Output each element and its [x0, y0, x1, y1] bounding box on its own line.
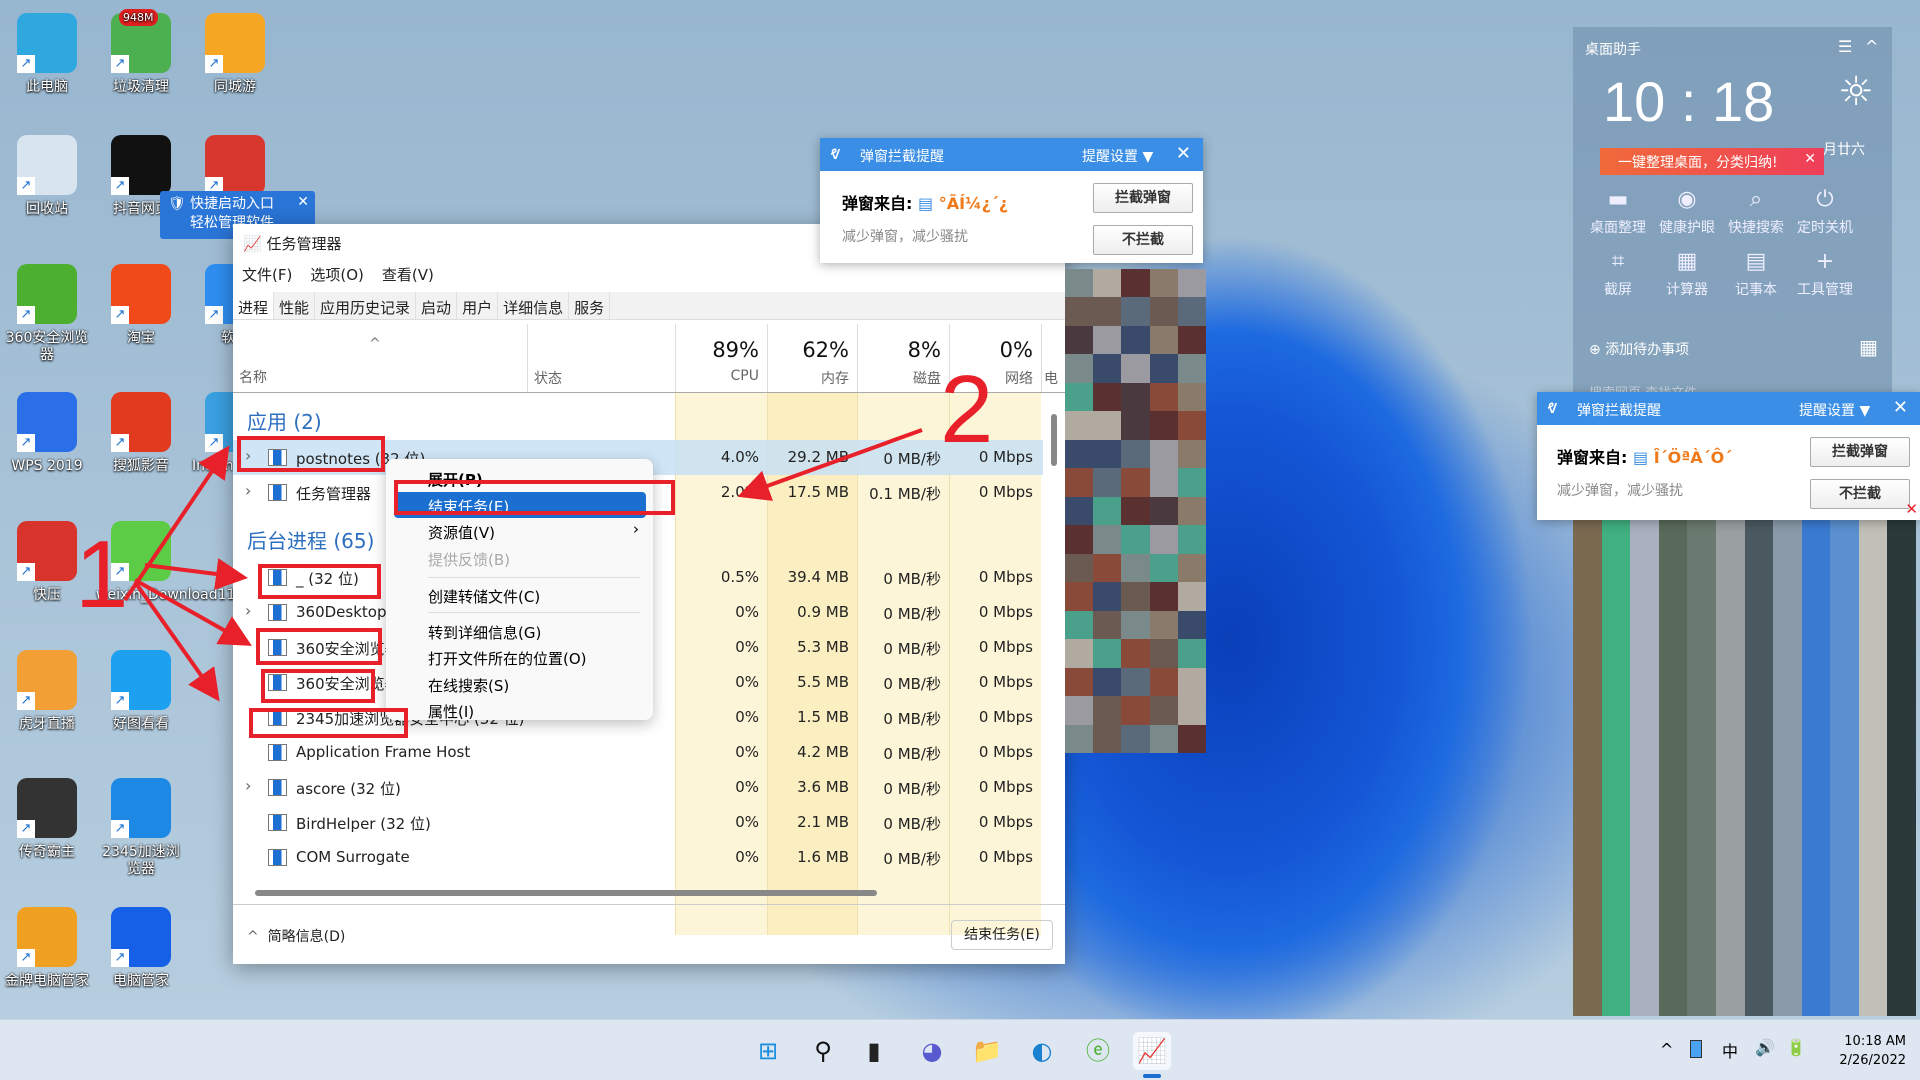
- time: 10:18 AM: [1844, 1034, 1906, 1049]
- clock[interactable]: 10:18 AM 2/26/2022: [1822, 1032, 1906, 1070]
- arrow: [144, 558, 248, 590]
- tablet-icon[interactable]: [1690, 1040, 1702, 1058]
- annotation-arrows: [123, 428, 923, 702]
- ime-indicator[interactable]: 中: [1722, 1038, 1738, 1062]
- taskbar: ⊞ ⚲ ▮ ◕ 📁 ◐ ⓔ 📈 ^ 中 🔊 🔋 10:18 AM 2/26/2022: [0, 1019, 1920, 1080]
- edge-icon[interactable]: ◐: [1023, 1032, 1061, 1070]
- search-icon[interactable]: ⚲: [804, 1032, 842, 1070]
- volume-icon[interactable]: 🔊: [1755, 1038, 1775, 1057]
- date: 2/26/2022: [1839, 1053, 1906, 1068]
- task-view-icon[interactable]: ▮: [855, 1032, 893, 1070]
- task-manager-icon[interactable]: 📈: [1133, 1032, 1171, 1070]
- teams-chat-icon[interactable]: ◕: [913, 1032, 951, 1070]
- arrow: [133, 580, 220, 702]
- windows-start-icon[interactable]: ⊞: [749, 1032, 787, 1070]
- annotation-number-1: 1: [75, 521, 129, 628]
- active-indicator: [1143, 1074, 1161, 1078]
- arrow: [737, 428, 923, 501]
- annotation-number-2: 2: [940, 356, 994, 463]
- file-explorer-icon[interactable]: 📁: [968, 1032, 1006, 1070]
- battery-icon[interactable]: 🔋: [1786, 1038, 1806, 1057]
- arrow: [123, 445, 230, 602]
- arrow: [134, 578, 252, 646]
- 360-browser-icon[interactable]: ⓔ: [1079, 1032, 1117, 1070]
- show-hidden-icons[interactable]: ^: [1660, 1040, 1673, 1059]
